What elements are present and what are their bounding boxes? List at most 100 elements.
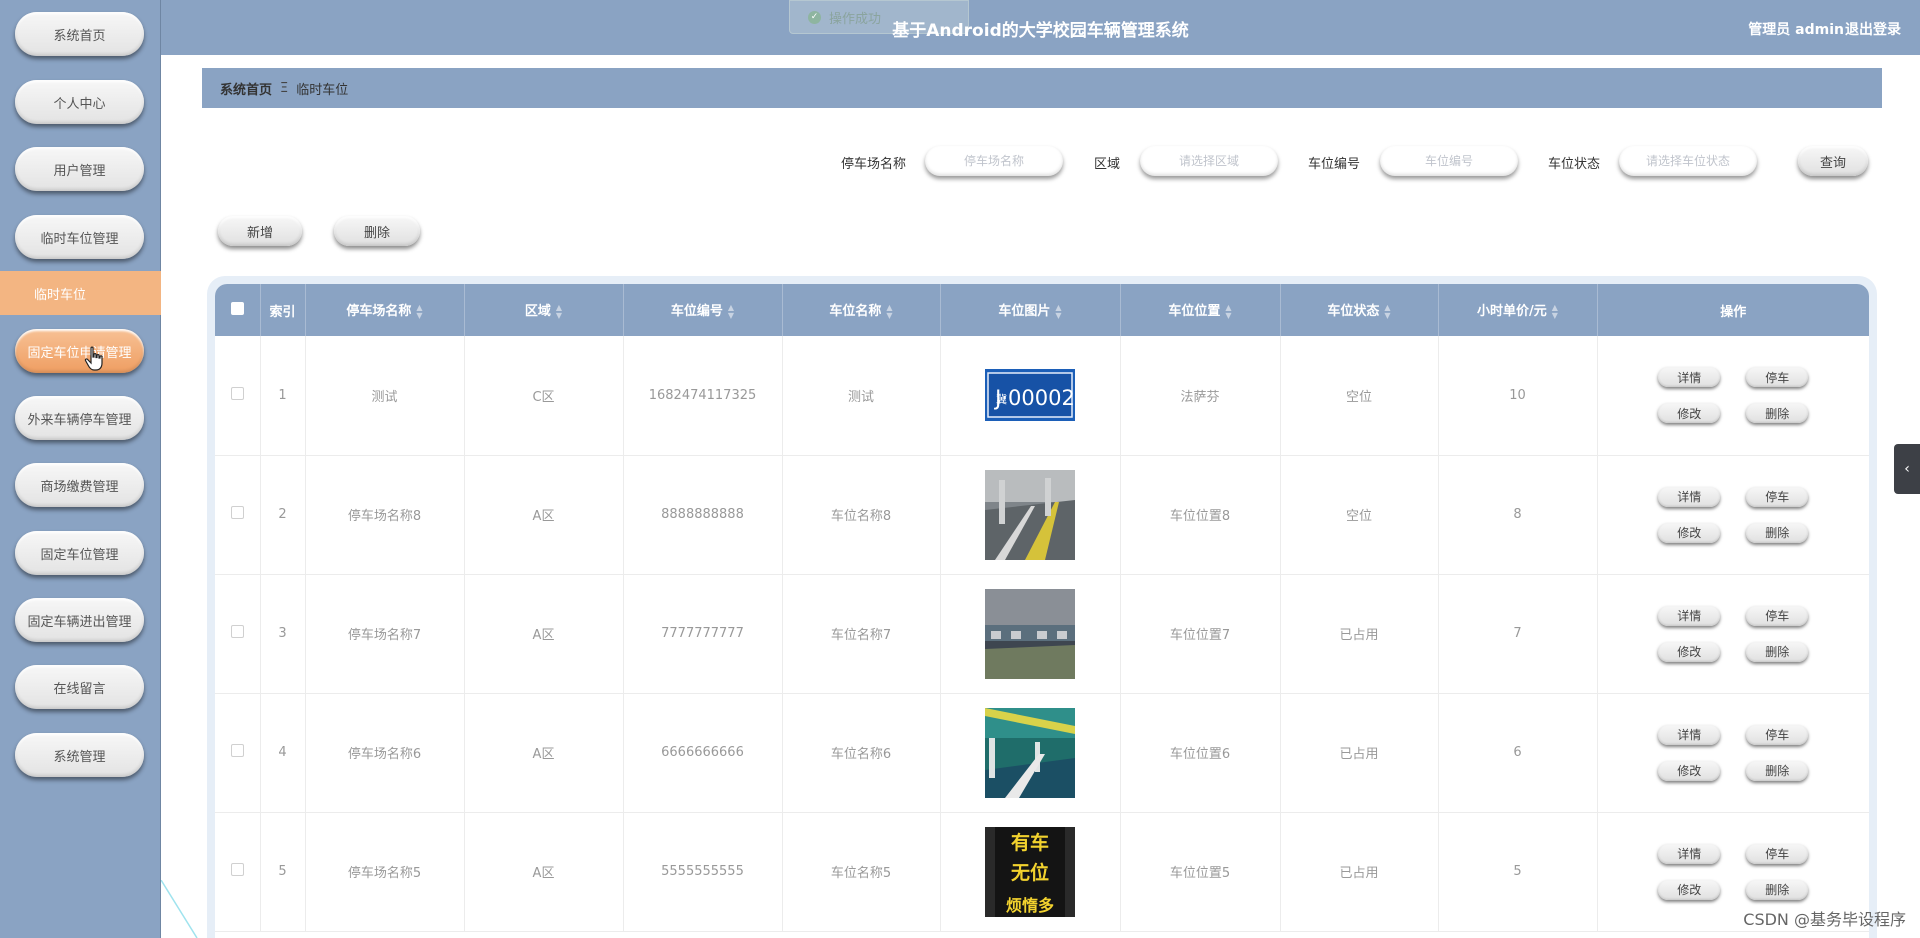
cell-lot-name: 停车场名称8 (305, 455, 465, 575)
cell-space-no: 1682474117325 (623, 336, 783, 456)
cell-price: 6 (1438, 693, 1598, 813)
edit-button[interactable]: 修改 (1658, 879, 1721, 900)
row-delete-button[interactable]: 删除 (1746, 403, 1809, 424)
collapse-panel-tab[interactable]: ‹ (1894, 444, 1920, 494)
sort-icon[interactable]: ▲ ▼ (1225, 303, 1231, 320)
sidebar-item-home[interactable]: 系统首页 (15, 12, 144, 56)
col-location[interactable]: 车位位置 ▲ ▼ (1120, 284, 1281, 336)
table-row: 2 停车场名称8 A区 8888888888 车位名称8 车位位置8 空位 8 … (215, 455, 1869, 575)
chevron-left-icon: ‹ (1904, 461, 1910, 477)
sign-line: 无位 (1011, 861, 1049, 884)
status-select[interactable] (1619, 146, 1757, 176)
sort-icon[interactable]: ▲ ▼ (1055, 303, 1061, 320)
garage-photo-image[interactable] (985, 469, 1075, 560)
row-checkbox[interactable] (230, 506, 244, 519)
garage-photo-image[interactable] (985, 707, 1075, 798)
cell-price: 7 (1438, 574, 1598, 694)
sidebar-item-fixed-apply[interactable]: 固定车位申请管理 (15, 329, 144, 373)
park-button[interactable]: 停车 (1746, 367, 1809, 388)
col-area[interactable]: 区域 ▲ ▼ (464, 284, 624, 336)
sidebar-subitem-temp-space[interactable]: 临时车位 (0, 271, 161, 315)
park-button[interactable]: 停车 (1746, 724, 1809, 745)
logout-link[interactable]: 退出登录 (1845, 19, 1901, 39)
row-checkbox[interactable] (230, 863, 244, 876)
row-delete-button[interactable]: 删除 (1746, 522, 1809, 543)
breadcrumb-home[interactable]: 系统首页 (220, 79, 272, 98)
col-image[interactable]: 车位图片 ▲ ▼ (940, 284, 1121, 336)
area-select[interactable] (1140, 146, 1278, 176)
cell-status: 已占用 (1280, 693, 1439, 813)
edit-button[interactable]: 修改 (1658, 403, 1721, 424)
search-bar: 停车场名称 区域 车位编号 车位状态 查询 (0, 146, 1920, 176)
license-plate-image[interactable]: 冀 J·00002 (985, 369, 1075, 422)
col-space-name[interactable]: 车位名称 ▲ ▼ (782, 284, 941, 336)
space-no-label: 车位编号 (1308, 157, 1361, 172)
select-all-checkbox[interactable] (230, 301, 244, 315)
sort-icon[interactable]: ▲ ▼ (1384, 303, 1390, 320)
sidebar-item-temp-space[interactable]: 临时车位管理 (15, 215, 144, 259)
row-delete-button[interactable]: 删除 (1746, 641, 1809, 662)
col-index: 索引 (260, 284, 306, 336)
sort-icon[interactable]: ▲ ▼ (556, 303, 562, 320)
garage-photo-image[interactable] (985, 588, 1075, 679)
sort-icon[interactable]: ▲ ▼ (1552, 303, 1558, 320)
sidebar-item-fixed-space[interactable]: 固定车位管理 (15, 531, 144, 575)
table-row: 4 停车场名称6 A区 6666666666 车位名称6 车位位置6 已占用 6… (215, 693, 1869, 813)
add-button[interactable]: 新增 (218, 216, 302, 246)
edit-button[interactable]: 修改 (1658, 522, 1721, 543)
cell-space-no: 6666666666 (623, 693, 783, 813)
status-label: 车位状态 (1548, 157, 1601, 172)
cell-space-no: 7777777777 (623, 574, 783, 694)
detail-button[interactable]: 详情 (1658, 367, 1721, 388)
row-checkbox[interactable] (230, 744, 244, 757)
edit-button[interactable]: 修改 (1658, 641, 1721, 662)
top-header: ✓ 操作成功 基于Android的大学校园车辆管理系统 管理员 admin 退出… (161, 0, 1920, 55)
row-delete-button[interactable]: 删除 (1746, 760, 1809, 781)
cell-lot-name: 停车场名称6 (305, 693, 465, 813)
col-price[interactable]: 小时单价/元 ▲ ▼ (1438, 284, 1598, 336)
cell-index: 3 (260, 574, 306, 694)
park-button[interactable]: 停车 (1746, 486, 1809, 507)
sidebar-item-system[interactable]: 系统管理 (15, 733, 144, 777)
breadcrumb-separator: Ξ (280, 80, 289, 96)
cell-space-name: 车位名称8 (782, 455, 941, 575)
sidebar-item-fixed-access[interactable]: 固定车辆进出管理 (15, 598, 144, 642)
space-no-input[interactable] (1380, 146, 1518, 176)
row-checkbox[interactable] (230, 386, 244, 400)
query-button[interactable]: 查询 (1798, 146, 1868, 176)
sort-icon[interactable]: ▲ ▼ (728, 303, 734, 320)
sidebar-item-profile[interactable]: 个人中心 (15, 80, 144, 124)
sidebar-item-mall-payment[interactable]: 商场缴费管理 (15, 463, 144, 507)
row-delete-button[interactable]: 删除 (1746, 879, 1809, 900)
col-lot-name[interactable]: 停车场名称 ▲ ▼ (305, 284, 465, 336)
lot-name-label: 停车场名称 (841, 157, 907, 172)
cell-area: A区 (464, 693, 624, 813)
cell-location: 法萨芬 (1120, 336, 1281, 456)
detail-button[interactable]: 详情 (1658, 605, 1721, 626)
parking-sign-image[interactable]: 有车 无位 烦惰多 (985, 826, 1075, 917)
park-button[interactable]: 停车 (1746, 605, 1809, 626)
cell-index: 2 (260, 455, 306, 575)
delete-button[interactable]: 删除 (334, 216, 420, 246)
col-space-no[interactable]: 车位编号 ▲ ▼ (623, 284, 783, 336)
cell-area: C区 (464, 336, 624, 456)
cell-space-name: 测试 (782, 336, 941, 456)
cell-index: 1 (260, 336, 306, 456)
parking-space-table: 索引 停车场名称 ▲ ▼ 区域 ▲ ▼ 车位编号 ▲ ▼ 车位名称 ▲ ▼ 车位图片 ▲ ▼ 车位位… (215, 284, 1869, 932)
cell-lot-name: 测试 (305, 336, 465, 456)
cell-space-no: 8888888888 (623, 455, 783, 575)
col-status[interactable]: 车位状态 ▲ ▼ (1280, 284, 1439, 336)
detail-button[interactable]: 详情 (1658, 486, 1721, 507)
sidebar-item-visitor-parking[interactable]: 外来车辆停车管理 (15, 396, 144, 440)
detail-button[interactable]: 详情 (1658, 843, 1721, 864)
area-label: 区域 (1094, 157, 1121, 172)
park-button[interactable]: 停车 (1746, 843, 1809, 864)
edit-button[interactable]: 修改 (1658, 760, 1721, 781)
sort-icon[interactable]: ▲ ▼ (416, 303, 422, 320)
row-checkbox[interactable] (230, 625, 244, 638)
sidebar-item-messages[interactable]: 在线留言 (15, 665, 144, 709)
lot-name-input[interactable] (925, 146, 1063, 176)
col-ops: 操作 (1597, 284, 1869, 336)
detail-button[interactable]: 详情 (1658, 724, 1721, 745)
sort-icon[interactable]: ▲ ▼ (886, 303, 892, 320)
